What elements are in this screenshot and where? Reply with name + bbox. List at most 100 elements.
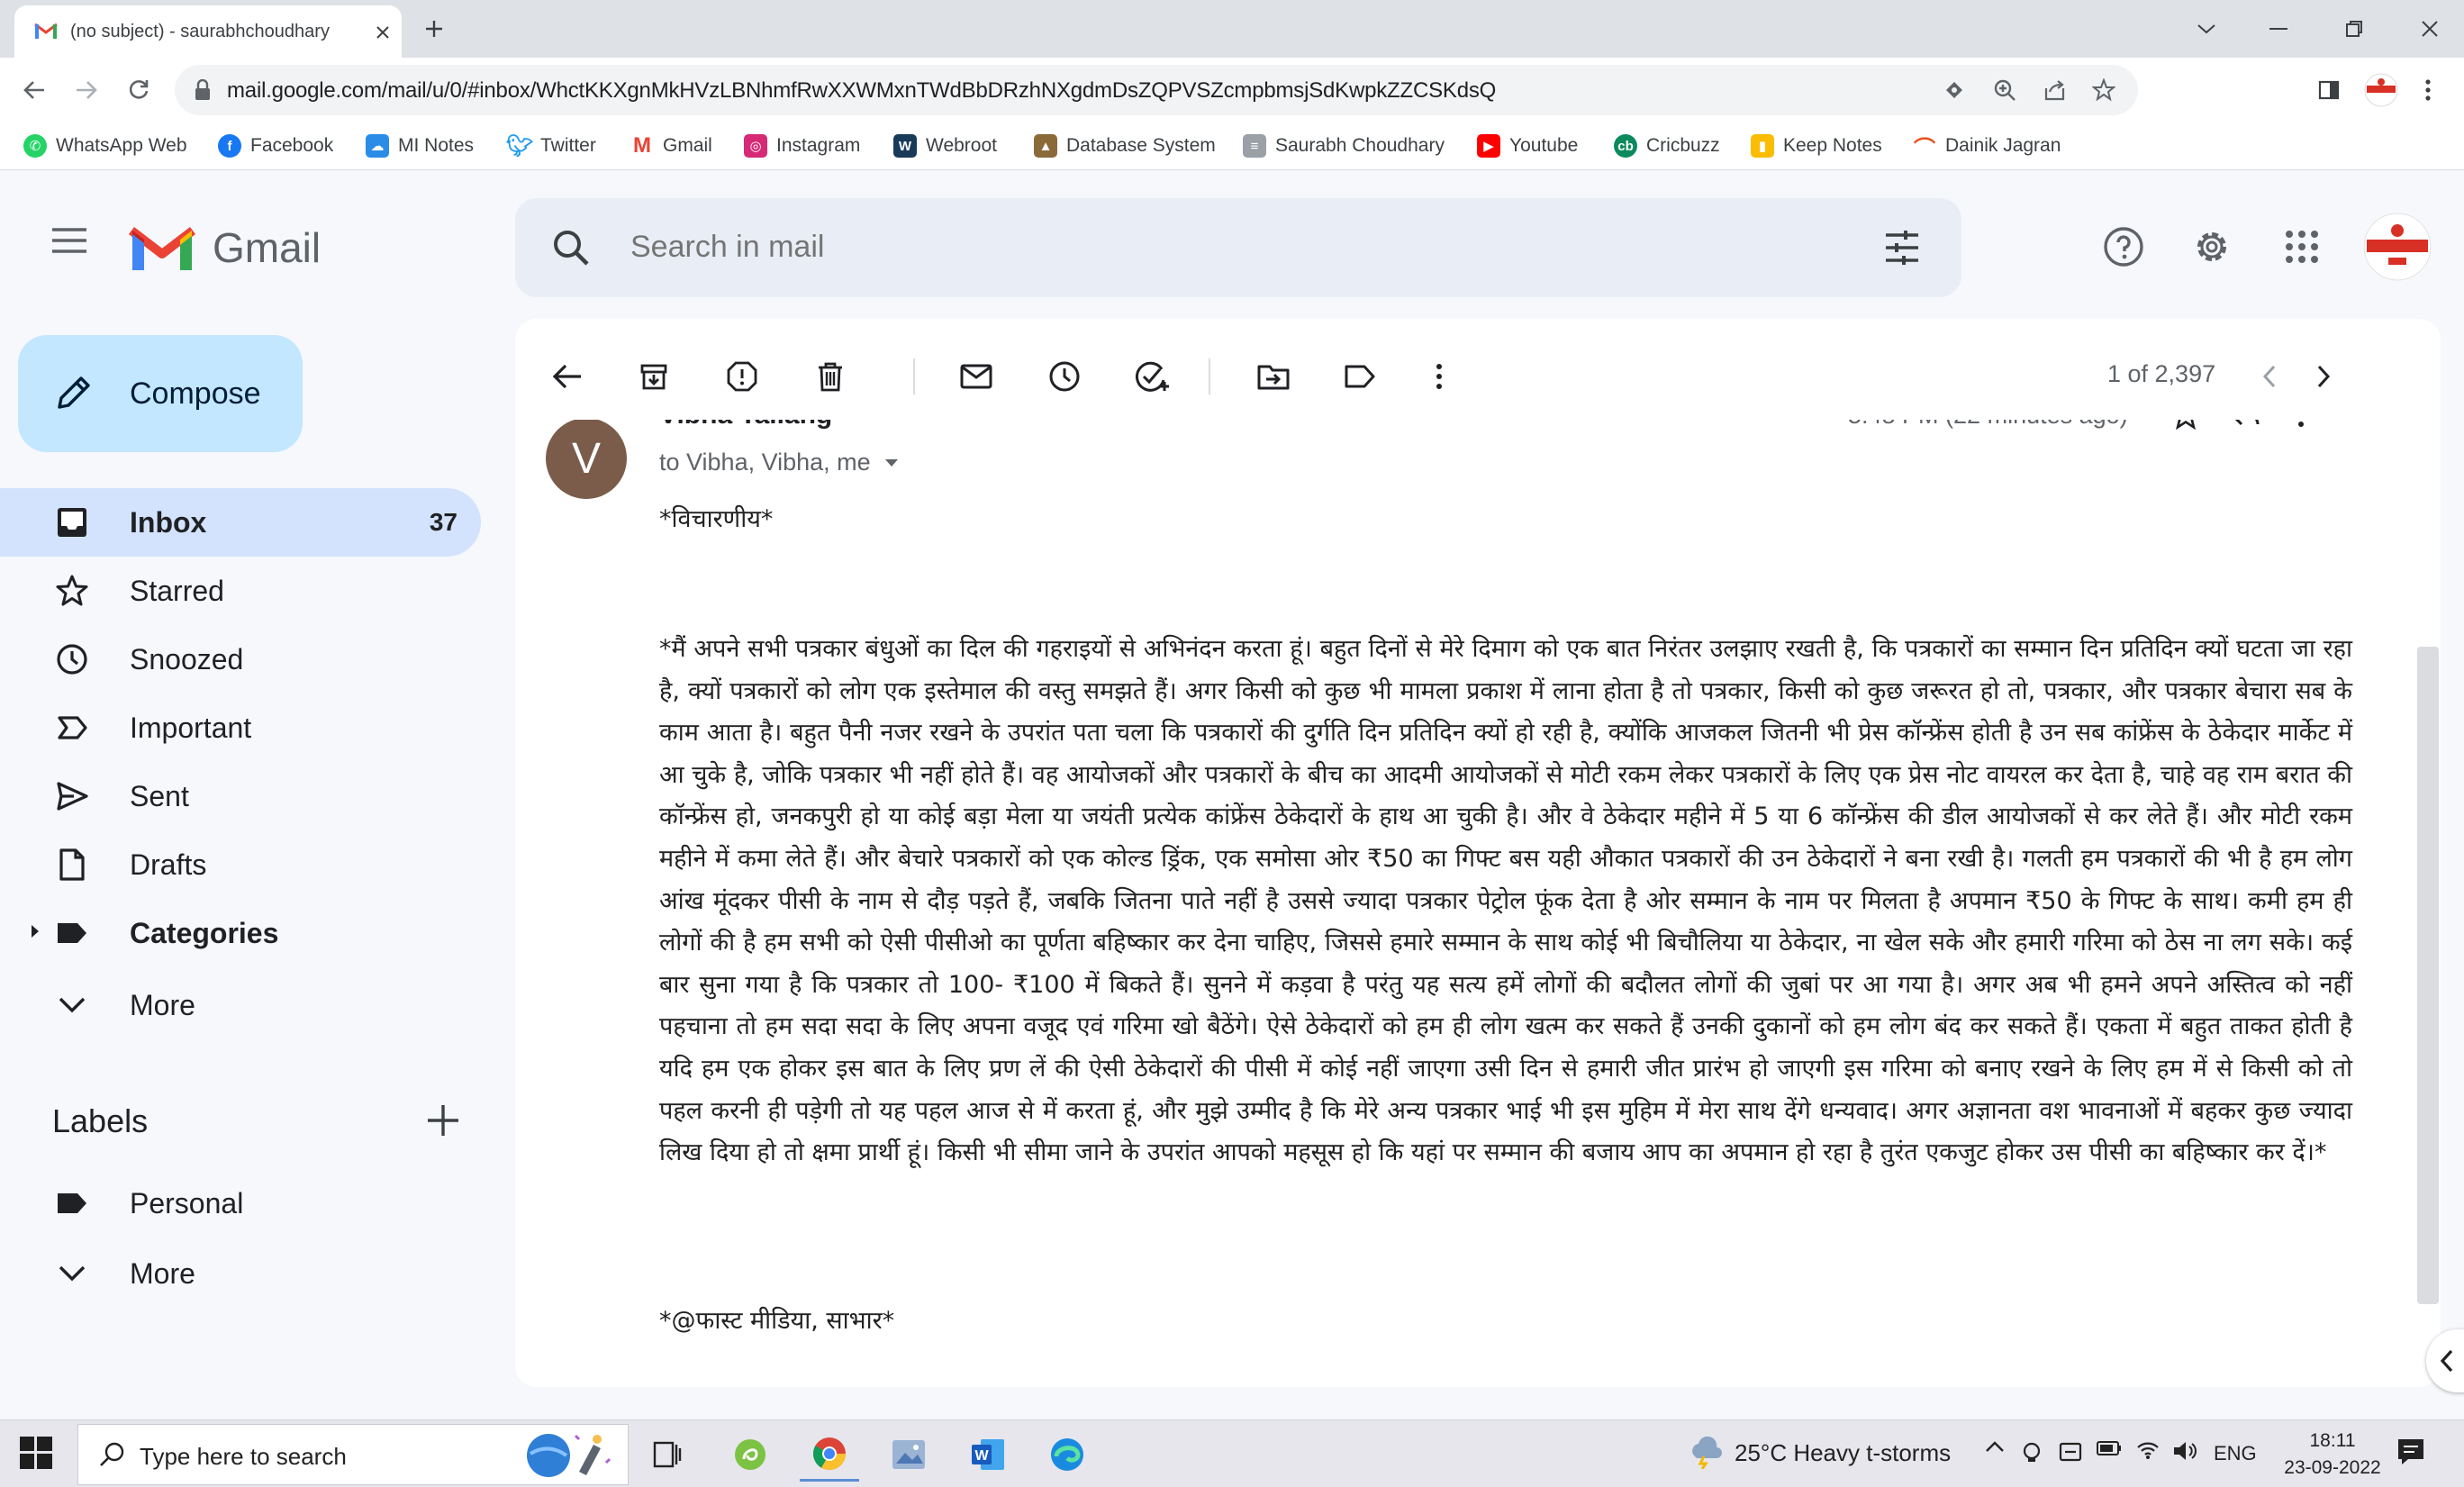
- compose-label: Compose: [130, 376, 261, 411]
- expand-arrow-icon[interactable]: [31, 924, 40, 938]
- system-clock[interactable]: 18:11 23-09-2022: [2269, 1428, 2396, 1482]
- gmail-logo-icon[interactable]: [128, 222, 196, 274]
- jagran-icon: ⌒: [1914, 136, 1935, 161]
- more-options-icon[interactable]: [1412, 349, 1466, 403]
- bookmark-mi-notes[interactable]: ☁ MI Notes: [366, 131, 474, 160]
- photos-taskbar-icon[interactable]: [879, 1428, 938, 1482]
- forward-icon[interactable]: [67, 70, 106, 110]
- weather-widget[interactable]: 25°C Heavy t-storms: [1688, 1437, 1951, 1469]
- sidebar-item-categories[interactable]: Categories: [0, 899, 481, 967]
- instagram-icon: ◎: [744, 134, 767, 158]
- back-icon[interactable]: [14, 70, 54, 110]
- message-time: 5:48 PM (22 minutes ago): [1848, 420, 2128, 430]
- new-tab-icon[interactable]: [418, 13, 450, 45]
- recipients-dropdown-icon[interactable]: [883, 458, 900, 468]
- add-label-icon[interactable]: [425, 1102, 461, 1138]
- draft-icon: [56, 848, 88, 881]
- label-as-icon[interactable]: [1333, 349, 1387, 403]
- move-to-icon[interactable]: [1246, 349, 1300, 403]
- view-site-info-icon[interactable]: [1938, 74, 1970, 106]
- lock-icon[interactable]: [195, 79, 211, 101]
- reply-icon[interactable]: [2223, 420, 2268, 438]
- star-message-icon[interactable]: [2163, 420, 2208, 438]
- show-hidden-icons-chevron-icon[interactable]: [1985, 1440, 2005, 1453]
- sidebar-item-important[interactable]: Important: [0, 694, 481, 762]
- archive-icon[interactable]: [627, 349, 681, 403]
- help-icon[interactable]: [2089, 213, 2158, 281]
- recipients-line[interactable]: to Vibha, Vibha, me: [659, 449, 900, 476]
- search-input[interactable]: [629, 229, 1803, 266]
- bookmark-label: WhatsApp Web: [56, 135, 187, 156]
- snooze-icon[interactable]: [1037, 349, 1092, 403]
- bookmark-twitter[interactable]: 🐦︎ Twitter: [506, 131, 596, 160]
- bookmark-youtube[interactable]: ▶ Youtube: [1477, 131, 1578, 160]
- battery-icon[interactable]: [2097, 1440, 2122, 1456]
- bookmark-dainik-jagran[interactable]: ⌒ Dainik Jagran: [1913, 131, 2061, 161]
- profile-avatar-small[interactable]: [2361, 70, 2401, 110]
- input-language[interactable]: ENG: [2214, 1442, 2257, 1465]
- close-tab-icon[interactable]: [370, 20, 395, 45]
- scrollbar-thumb[interactable]: [2417, 647, 2439, 1304]
- bookmark-star-icon[interactable]: [2088, 74, 2120, 106]
- bookmark-facebook[interactable]: f Facebook: [218, 131, 333, 160]
- bookmark-webroot[interactable]: W Webroot: [893, 131, 997, 160]
- sidebar-item-sent[interactable]: Sent: [0, 762, 481, 830]
- bookmark-cricbuzz[interactable]: cb Cricbuzz: [1614, 131, 1720, 160]
- settings-gear-icon[interactable]: [2178, 213, 2246, 281]
- delete-trash-icon[interactable]: [803, 349, 857, 403]
- bookmark-database-system[interactable]: ▲ Database System: [1034, 131, 1216, 160]
- sidebar-item-drafts[interactable]: Drafts: [0, 830, 481, 899]
- wifi-icon[interactable]: [2136, 1440, 2160, 1460]
- share-icon[interactable]: [2039, 74, 2071, 106]
- address-bar[interactable]: mail.google.com/mail/u/0/#inbox/WhctKKXg…: [175, 65, 2138, 115]
- search-options-icon[interactable]: [1882, 228, 1922, 267]
- add-to-tasks-icon[interactable]: [1126, 349, 1180, 403]
- taskbar-app-green-icon[interactable]: [720, 1428, 780, 1482]
- older-chevron-right-icon[interactable]: [2296, 349, 2351, 403]
- bookmark-saurabh-choudhary[interactable]: ≡ Saurabh Choudhary: [1243, 131, 1445, 160]
- tray-app-icon[interactable]: [2059, 1440, 2082, 1464]
- bookmark-gmail[interactable]: M Gmail: [630, 131, 712, 160]
- sidebar-item-starred[interactable]: Starred: [0, 557, 481, 625]
- search-icon[interactable]: [551, 228, 591, 267]
- report-spam-icon[interactable]: [715, 349, 769, 403]
- task-view-icon[interactable]: [638, 1428, 697, 1482]
- message-more-icon[interactable]: [2278, 420, 2324, 438]
- label-item-personal[interactable]: Personal: [0, 1169, 481, 1238]
- account-avatar[interactable]: [2363, 213, 2432, 281]
- windows-start-icon[interactable]: [20, 1437, 52, 1469]
- newer-chevron-left-icon[interactable]: [2242, 349, 2296, 403]
- sender-avatar[interactable]: V: [546, 420, 627, 499]
- tab-search-chevron-icon[interactable]: [2187, 9, 2226, 49]
- main-menu-icon[interactable]: [50, 227, 88, 254]
- sidebar-item-more[interactable]: More: [0, 971, 481, 1039]
- chrome-taskbar-icon[interactable]: [800, 1428, 859, 1482]
- volume-icon[interactable]: [2172, 1440, 2197, 1462]
- search-bar[interactable]: [515, 198, 1961, 297]
- taskbar-search-box[interactable]: Type here to search: [77, 1424, 629, 1485]
- labels-more[interactable]: More: [0, 1239, 481, 1308]
- close-window-icon[interactable]: [2410, 9, 2450, 49]
- sidebar-item-inbox[interactable]: Inbox 37: [0, 488, 481, 557]
- database-icon: ▲: [1034, 134, 1057, 158]
- compose-button[interactable]: Compose: [18, 335, 303, 452]
- tray-app-icon[interactable]: [2021, 1440, 2043, 1464]
- back-to-inbox-icon[interactable]: [540, 349, 594, 403]
- notification-center-icon[interactable]: [2396, 1437, 2426, 1467]
- word-taskbar-icon[interactable]: W: [958, 1428, 1018, 1482]
- side-panel-icon[interactable]: [2309, 70, 2349, 110]
- zoom-icon[interactable]: [1988, 74, 2021, 106]
- mark-unread-icon[interactable]: [949, 349, 1003, 403]
- bookmark-whatsapp[interactable]: ✆ WhatsApp Web: [23, 131, 187, 160]
- minimize-icon[interactable]: [2259, 9, 2298, 49]
- chrome-menu-icon[interactable]: [2408, 70, 2448, 110]
- browser-tab[interactable]: (no subject) - saurabhchoudhary: [14, 5, 402, 58]
- edge-taskbar-icon[interactable]: [1037, 1428, 1097, 1482]
- bookmark-keep-notes[interactable]: ▮ Keep Notes: [1751, 131, 1882, 160]
- sidebar-item-snoozed[interactable]: Snoozed: [0, 625, 481, 694]
- bookmark-instagram[interactable]: ◎ Instagram: [744, 131, 860, 160]
- restore-icon[interactable]: [2334, 9, 2374, 49]
- google-apps-icon[interactable]: [2268, 213, 2336, 281]
- sender-name[interactable]: Vibha Tailang: [659, 420, 832, 431]
- reload-icon[interactable]: [119, 70, 159, 110]
